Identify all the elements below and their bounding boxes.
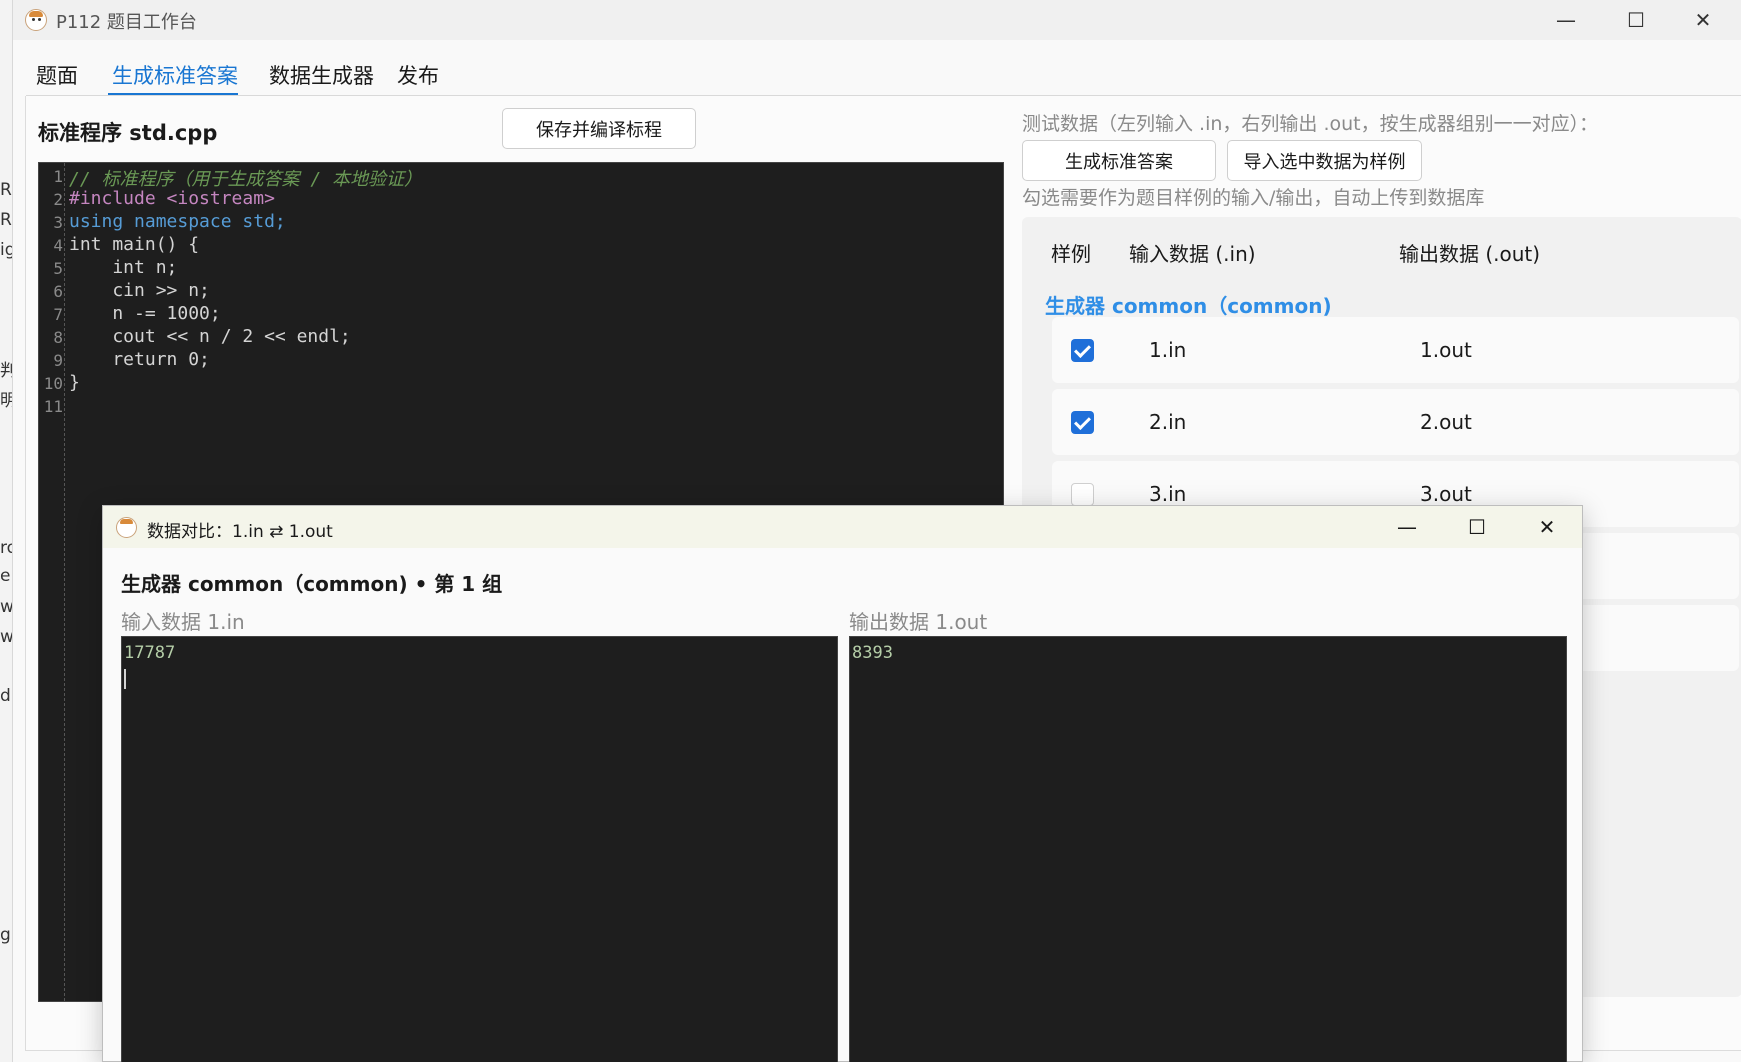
background-char: e. bbox=[0, 566, 12, 586]
code-line: #include <iostream> bbox=[69, 188, 275, 209]
maximize-button[interactable]: ☐ bbox=[1442, 506, 1512, 548]
line-number: 10 bbox=[43, 374, 63, 393]
line-number: 2 bbox=[53, 190, 63, 209]
background-window-edge: R R ig 判 明 ro e. w w d gi bbox=[0, 0, 13, 1062]
line-number: 5 bbox=[53, 259, 63, 278]
maximize-button[interactable]: ☐ bbox=[1601, 0, 1671, 40]
code-line: using namespace std; bbox=[69, 211, 286, 232]
tab-statement[interactable]: 题面 bbox=[36, 60, 78, 90]
sample-select-hint: 勾选需要作为题目样例的输入/输出，自动上传到数据库 bbox=[1022, 187, 1485, 209]
text-caret bbox=[124, 669, 126, 689]
input-file[interactable]: 2.in bbox=[1149, 410, 1186, 434]
table-row[interactable]: 2.in 2.out bbox=[1052, 389, 1739, 455]
line-number: 1 bbox=[53, 167, 63, 186]
input-file[interactable]: 3.in bbox=[1149, 482, 1186, 506]
sample-checkbox[interactable] bbox=[1071, 339, 1094, 362]
title-bar[interactable]: P112 题目工作台 — ☐ ✕ bbox=[13, 0, 1741, 40]
app-icon bbox=[25, 9, 47, 31]
line-number: 4 bbox=[53, 236, 63, 255]
test-data-hint: 测试数据（左列输入 .in，右列输出 .out，按生成器组别一一对应）： bbox=[1022, 113, 1599, 135]
line-number: 7 bbox=[53, 305, 63, 324]
header-sample: 样例 bbox=[1051, 242, 1091, 266]
background-char: gi bbox=[0, 925, 12, 945]
header-input: 输入数据 (.in) bbox=[1129, 242, 1256, 266]
app-icon bbox=[116, 517, 137, 538]
background-char: 判 bbox=[0, 356, 12, 381]
import-sample-button[interactable]: 导入选中数据为样例 bbox=[1227, 140, 1422, 181]
output-textarea[interactable]: 8393 bbox=[849, 636, 1567, 1062]
input-value: 17787 bbox=[124, 643, 176, 663]
background-char: 明 bbox=[0, 386, 12, 411]
minimize-button[interactable]: — bbox=[1372, 506, 1442, 548]
output-file[interactable]: 3.out bbox=[1420, 482, 1472, 506]
data-compare-dialog: 数据对比：1.in ⇄ 1.out — ☐ ✕ 生成器 common（commo… bbox=[102, 505, 1583, 1062]
line-number: 8 bbox=[53, 328, 63, 347]
line-number: 6 bbox=[53, 282, 63, 301]
background-char: d bbox=[0, 686, 11, 706]
input-file[interactable]: 1.in bbox=[1149, 338, 1186, 362]
line-number: 3 bbox=[53, 213, 63, 232]
table-row[interactable]: 1.in 1.out bbox=[1052, 317, 1739, 383]
dialog-title: 数据对比：1.in ⇄ 1.out bbox=[147, 522, 333, 542]
background-char: w bbox=[0, 627, 13, 647]
sample-checkbox[interactable] bbox=[1071, 411, 1094, 434]
code-line: return 0; bbox=[69, 349, 210, 370]
output-file[interactable]: 2.out bbox=[1420, 410, 1472, 434]
code-line: n -= 1000; bbox=[69, 303, 221, 324]
background-char: R bbox=[0, 210, 12, 230]
generator-group-label: 生成器 common（common) bbox=[1045, 294, 1332, 318]
window-title: P112 题目工作台 bbox=[56, 12, 197, 33]
close-button[interactable]: ✕ bbox=[1668, 0, 1738, 40]
generate-answer-button[interactable]: 生成标准答案 bbox=[1022, 140, 1216, 181]
std-program-title: 标准程序 std.cpp bbox=[38, 121, 218, 145]
output-label: 输出数据 1.out bbox=[849, 610, 988, 634]
dialog-heading: 生成器 common（common) • 第 1 组 bbox=[121, 572, 503, 596]
tab-publish[interactable]: 发布 bbox=[397, 60, 439, 90]
background-char: ro bbox=[0, 538, 12, 558]
sample-checkbox[interactable] bbox=[1071, 483, 1094, 506]
dialog-title-bar[interactable]: 数据对比：1.in ⇄ 1.out — ☐ ✕ bbox=[103, 506, 1582, 548]
code-line: int main() { bbox=[69, 234, 200, 255]
output-value: 8393 bbox=[852, 643, 893, 663]
tab-generate-answer[interactable]: 生成标准答案 bbox=[112, 60, 238, 90]
input-textarea[interactable]: 17787 bbox=[121, 636, 838, 1062]
code-line: } bbox=[69, 372, 80, 393]
background-char: w bbox=[0, 597, 13, 617]
line-number-gutter: 1 2 3 4 5 6 7 8 9 10 11 bbox=[39, 163, 65, 1001]
output-file[interactable]: 1.out bbox=[1420, 338, 1472, 362]
code-line: cin >> n; bbox=[69, 280, 210, 301]
line-number: 9 bbox=[53, 351, 63, 370]
save-compile-button[interactable]: 保存并编译标程 bbox=[502, 108, 696, 149]
line-number: 11 bbox=[43, 397, 63, 416]
header-output: 输出数据 (.out) bbox=[1399, 242, 1541, 266]
background-char: ig bbox=[0, 240, 12, 260]
minimize-button[interactable]: — bbox=[1531, 0, 1601, 40]
background-char: R bbox=[0, 180, 12, 200]
input-label: 输入数据 1.in bbox=[121, 610, 245, 634]
code-line: int n; bbox=[69, 257, 178, 278]
close-button[interactable]: ✕ bbox=[1512, 506, 1582, 548]
tab-data-generator[interactable]: 数据生成器 bbox=[269, 60, 374, 90]
code-line: cout << n / 2 << endl; bbox=[69, 326, 351, 347]
